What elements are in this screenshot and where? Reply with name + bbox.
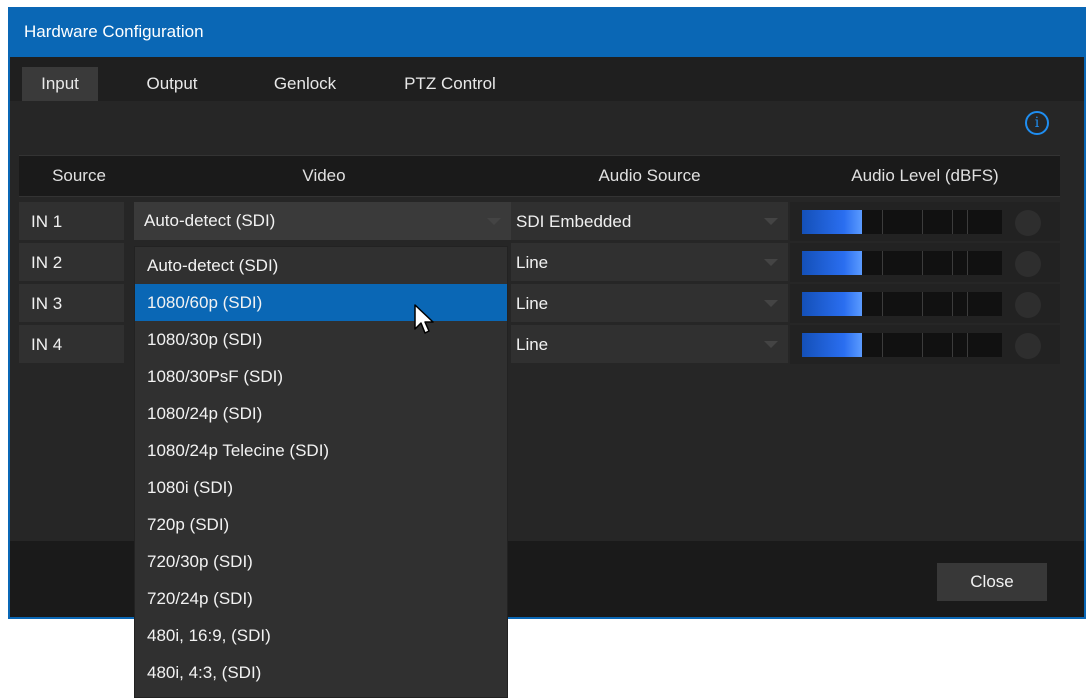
mute-button[interactable] [1015,292,1041,318]
chevron-down-icon [764,218,778,225]
dropdown-option[interactable]: 1080/24p (SDI) [135,395,507,432]
dropdown-option[interactable]: 480i, 16:9, (SDI) [135,617,507,654]
header-source: Source [19,156,139,196]
meter-fill [802,251,862,275]
tab-ptz-control[interactable]: PTZ Control [385,67,515,101]
meter-tick [882,292,883,316]
audio-source-value: Line [516,253,549,272]
source-label: IN 1 [19,202,124,241]
header-audio-level: Audio Level (dBFS) [790,156,1060,196]
dropdown-option[interactable]: 1080i (SDI) [135,469,507,506]
meter-tick [952,210,953,234]
source-label: IN 4 [19,325,124,364]
chevron-down-icon [487,218,501,225]
audio-level-cell [790,325,1060,365]
table-row: IN 1 Auto-detect (SDI) SDI Embedded [19,202,1060,242]
tab-genlock[interactable]: Genlock [260,67,350,101]
meter-fill [802,292,862,316]
audio-source-select[interactable]: Line [511,243,788,282]
audio-source-value: Line [516,294,549,313]
chevron-down-icon [764,300,778,307]
dropdown-option[interactable]: 1080/30p (SDI) [135,321,507,358]
dropdown-option[interactable]: 720/24p (SDI) [135,580,507,617]
audio-level-cell [790,284,1060,324]
audio-level-meter[interactable] [802,210,1002,234]
source-label: IN 3 [19,284,124,323]
audio-level-cell [790,243,1060,283]
meter-tick [967,210,968,234]
audio-source-value: SDI Embedded [516,212,632,231]
chevron-down-icon [764,341,778,348]
meter-tick [922,210,923,234]
audio-level-meter[interactable] [802,251,1002,275]
tab-output[interactable]: Output [130,67,214,101]
audio-source-select[interactable]: Line [511,284,788,323]
dropdown-option[interactable]: 480i, 4:3, (SDI) [135,654,507,691]
tab-bar: Input Output Genlock PTZ Control [10,57,1084,101]
video-format-dropdown: Auto-detect (SDI) 1080/60p (SDI) 1080/30… [134,246,508,698]
meter-tick [967,333,968,357]
audio-source-select[interactable]: Line [511,325,788,364]
audio-level-meter[interactable] [802,333,1002,357]
audio-level-meter[interactable] [802,292,1002,316]
meter-tick [922,251,923,275]
tab-input[interactable]: Input [22,67,98,101]
table-header: Source Video Audio Source Audio Level (d… [19,155,1060,197]
meter-tick [922,292,923,316]
audio-level-cell [790,202,1060,242]
meter-fill [802,210,862,234]
audio-source-select[interactable]: SDI Embedded [511,202,788,241]
meter-tick [882,210,883,234]
meter-tick [882,251,883,275]
close-button[interactable]: Close [937,563,1047,601]
video-select-value: Auto-detect (SDI) [144,211,276,230]
header-video: Video [139,156,509,196]
dropdown-option-selected[interactable]: 1080/60p (SDI) [135,284,507,321]
meter-tick [952,333,953,357]
dropdown-option[interactable]: Auto-detect (SDI) [135,247,507,284]
mute-button[interactable] [1015,210,1041,236]
meter-tick [952,251,953,275]
mute-button[interactable] [1015,251,1041,277]
video-select[interactable]: Auto-detect (SDI) [134,202,511,240]
meter-tick [922,333,923,357]
window-title: Hardware Configuration [10,9,1084,57]
header-audio-source: Audio Source [511,156,788,196]
dropdown-option[interactable]: 720/30p (SDI) [135,543,507,580]
meter-tick [952,292,953,316]
mouse-cursor-icon [414,304,434,334]
audio-source-value: Line [516,335,549,354]
source-label: IN 2 [19,243,124,282]
dropdown-option[interactable]: 1080/30PsF (SDI) [135,358,507,395]
meter-tick [967,292,968,316]
chevron-down-icon [764,259,778,266]
info-icon[interactable]: i [1025,111,1049,135]
meter-tick [967,251,968,275]
mute-button[interactable] [1015,333,1041,359]
meter-tick [882,333,883,357]
dropdown-option[interactable]: 1080/24p Telecine (SDI) [135,432,507,469]
dropdown-option[interactable]: 720p (SDI) [135,506,507,543]
meter-fill [802,333,862,357]
